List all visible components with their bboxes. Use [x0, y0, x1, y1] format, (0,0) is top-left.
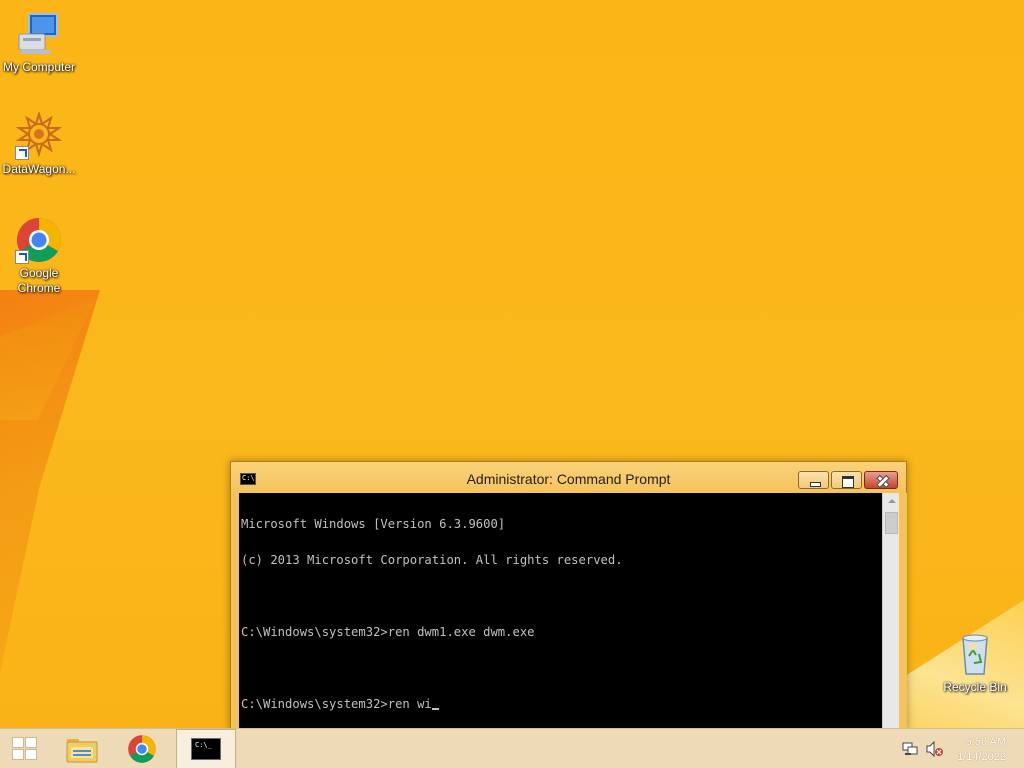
- desktop-icon-recycle-bin[interactable]: Recycle Bin: [936, 630, 1014, 695]
- console-input-line[interactable]: C:\Windows\system32>ren wi: [241, 698, 882, 710]
- recycle-bin-icon: [951, 630, 999, 678]
- volume-muted-icon[interactable]: [926, 741, 944, 757]
- folder-icon: [66, 739, 98, 763]
- datawagon-icon: [15, 110, 63, 160]
- desktop-icon-label: My Computer: [2, 60, 76, 74]
- desktop-icon-label: Google Chrome: [17, 266, 61, 295]
- windows-logo-icon: [12, 737, 38, 761]
- clock-time: 5:56 AM: [965, 736, 1006, 748]
- system-tray: 5:56 AM 1/14/2022: [884, 729, 1024, 768]
- start-button[interactable]: [0, 729, 50, 768]
- taskbar: C:\_ 5:56 AM 1/14/2022: [0, 728, 1024, 768]
- vertical-scrollbar[interactable]: [882, 493, 900, 728]
- command-prompt-window[interactable]: C:\ Administrator: Command Prompt Micros…: [230, 461, 907, 728]
- console-input-text: C:\Windows\system32>ren wi: [241, 697, 432, 711]
- console-line: (c) 2013 Microsoft Corporation. All righ…: [241, 553, 623, 567]
- scrollbar-thumb[interactable]: [885, 512, 898, 534]
- scroll-up-arrow-icon[interactable]: [883, 493, 900, 510]
- clock[interactable]: 5:56 AM 1/14/2022: [957, 735, 1006, 765]
- chrome-icon: [15, 216, 63, 264]
- console-output[interactable]: Microsoft Windows [Version 6.3.9600] (c)…: [239, 493, 882, 728]
- close-button[interactable]: [864, 471, 898, 489]
- my-computer-icon: [15, 10, 63, 58]
- taskbar-command-prompt[interactable]: C:\_: [176, 729, 236, 768]
- desktop-icon-label: DataWagon...: [2, 162, 76, 176]
- desktop-icon-google-chrome[interactable]: Google Chrome: [0, 216, 78, 296]
- chrome-icon: [128, 735, 156, 763]
- desktop: My Computer DataWagon... Google Chrome R…: [0, 0, 1024, 728]
- desktop-icon-datawagon[interactable]: DataWagon...: [0, 110, 78, 177]
- network-icon[interactable]: [902, 741, 918, 757]
- desktop-icon-label: Recycle Bin: [943, 680, 1007, 694]
- window-frame: [899, 493, 907, 728]
- shortcut-arrow-icon: [15, 250, 29, 264]
- clock-date: 1/14/2022: [957, 751, 1006, 763]
- console-line: Microsoft Windows [Version 6.3.9600]: [241, 517, 506, 531]
- maximize-button[interactable]: [831, 471, 862, 489]
- taskbar-google-chrome[interactable]: [118, 729, 166, 768]
- cmd-icon: C:\_: [191, 738, 221, 760]
- desktop-icon-my-computer[interactable]: My Computer: [0, 10, 78, 75]
- window-titlebar[interactable]: C:\ Administrator: Command Prompt: [231, 462, 906, 493]
- taskbar-file-explorer[interactable]: [58, 729, 106, 768]
- console-line: C:\Windows\system32>ren dwm1.exe dwm.exe: [241, 625, 535, 639]
- text-cursor: [431, 708, 439, 710]
- shortcut-arrow-icon: [15, 146, 29, 160]
- minimize-button[interactable]: [798, 471, 829, 489]
